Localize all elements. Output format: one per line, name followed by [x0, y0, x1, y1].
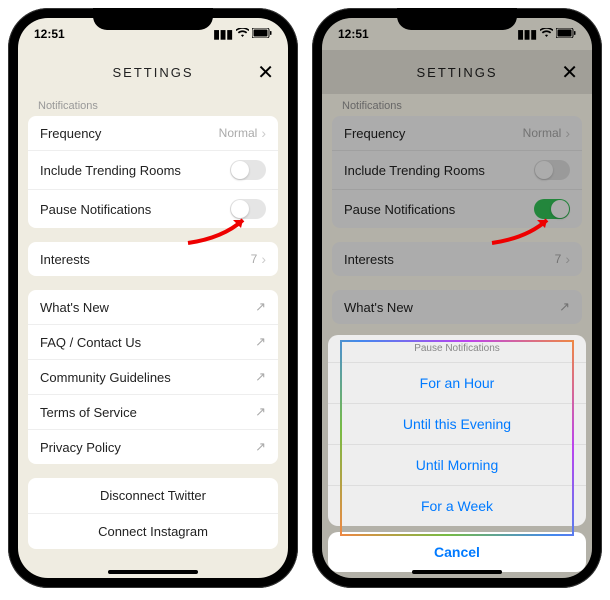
chevron-right-icon: › [261, 251, 266, 267]
pause-label: Pause Notifications [40, 202, 151, 217]
notifications-card: Frequency Normal › Include Trending Room… [28, 116, 278, 228]
privacy-row[interactable]: Privacy Policy ↗ [28, 430, 278, 464]
interests-card: Interests 7 › [28, 242, 278, 276]
connect-instagram-button[interactable]: Connect Instagram [28, 514, 278, 549]
external-link-icon: ↗ [255, 404, 266, 420]
terms-row[interactable]: Terms of Service ↗ [28, 395, 278, 430]
action-sheet: Pause Notifications For an Hour Until th… [328, 335, 586, 526]
home-indicator[interactable] [108, 570, 198, 574]
sheet-option-morning[interactable]: Until Morning [328, 445, 586, 486]
sheet-title: Pause Notifications [328, 335, 586, 363]
screen-right: 12:51 ▮▮▮ SETTINGS ✕ Notifications Frequ… [322, 18, 592, 578]
pause-toggle[interactable] [230, 199, 266, 219]
frequency-label: Frequency [40, 126, 101, 141]
external-link-icon: ↗ [255, 369, 266, 385]
phone-right: 12:51 ▮▮▮ SETTINGS ✕ Notifications Frequ… [312, 8, 602, 588]
sheet-option-hour[interactable]: For an Hour [328, 363, 586, 404]
notch [93, 8, 213, 30]
notifications-section-label: Notifications [28, 94, 278, 116]
home-indicator[interactable] [412, 570, 502, 574]
sheet-option-evening[interactable]: Until this Evening [328, 404, 586, 445]
trending-label: Include Trending Rooms [40, 163, 181, 178]
accounts-card: Disconnect Twitter Connect Instagram [28, 478, 278, 549]
page-title: SETTINGS [112, 65, 193, 80]
interests-value: 7 [251, 252, 258, 266]
links-card: What's New ↗ FAQ / Contact Us ↗ Communit… [28, 290, 278, 464]
frequency-value: Normal [219, 126, 258, 140]
phone-left: 12:51 ▮▮▮ SETTINGS ✕ Notifications Frequ… [8, 8, 298, 588]
header: SETTINGS ✕ [18, 50, 288, 94]
external-link-icon: ↗ [255, 334, 266, 350]
whats-new-row[interactable]: What's New ↗ [28, 290, 278, 325]
external-link-icon: ↗ [255, 439, 266, 455]
faq-label: FAQ / Contact Us [40, 335, 141, 350]
status-icons: ▮▮▮ [213, 27, 272, 41]
trending-row: Include Trending Rooms [28, 151, 278, 190]
disconnect-twitter-button[interactable]: Disconnect Twitter [28, 478, 278, 514]
interests-label: Interests [40, 252, 90, 267]
action-sheet-overlay[interactable]: Pause Notifications For an Hour Until th… [322, 18, 592, 578]
interests-row[interactable]: Interests 7 › [28, 242, 278, 276]
external-link-icon: ↗ [255, 299, 266, 315]
sheet-cancel-button[interactable]: Cancel [328, 532, 586, 572]
faq-row[interactable]: FAQ / Contact Us ↗ [28, 325, 278, 360]
close-button[interactable]: ✕ [257, 60, 274, 85]
pause-row: Pause Notifications [28, 190, 278, 228]
chevron-right-icon: › [261, 125, 266, 141]
signal-icon: ▮▮▮ [213, 27, 233, 41]
community-label: Community Guidelines [40, 370, 171, 385]
community-row[interactable]: Community Guidelines ↗ [28, 360, 278, 395]
whats-new-label: What's New [40, 300, 109, 315]
screen-left: 12:51 ▮▮▮ SETTINGS ✕ Notifications Frequ… [18, 18, 288, 578]
wifi-icon [236, 27, 249, 41]
trending-toggle[interactable] [230, 160, 266, 180]
sheet-option-week[interactable]: For a Week [328, 486, 586, 526]
privacy-label: Privacy Policy [40, 440, 121, 455]
content: Notifications Frequency Normal › Include… [18, 94, 288, 549]
terms-label: Terms of Service [40, 405, 137, 420]
frequency-row[interactable]: Frequency Normal › [28, 116, 278, 151]
battery-icon [252, 27, 272, 41]
status-time: 12:51 [34, 27, 65, 41]
